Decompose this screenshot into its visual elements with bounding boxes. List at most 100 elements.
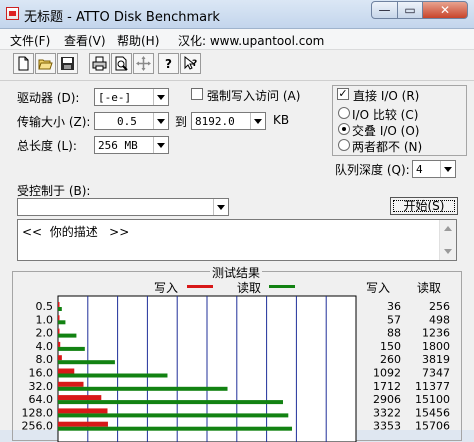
read-value: 15456	[415, 406, 450, 419]
neither-label: 两者都不 (N)	[352, 140, 423, 154]
svg-text:?: ?	[192, 59, 197, 69]
menu-help[interactable]: 帮助(H)	[117, 32, 159, 49]
menu-bar: 文件(F) 查看(V) 帮助(H) 汉化: www.upantool.com	[0, 29, 474, 50]
write-value: 1712	[373, 380, 401, 393]
close-button[interactable]: ✕	[422, 1, 468, 19]
overlapped-io-radio[interactable]	[338, 123, 350, 135]
read-value: 7347	[422, 367, 450, 380]
read-bar	[58, 373, 168, 378]
write-value: 57	[387, 313, 401, 326]
category-label: 16.0	[29, 367, 54, 380]
write-bar	[58, 315, 60, 321]
scroll-up-icon[interactable]	[444, 226, 452, 231]
category-label: 32.0	[29, 380, 54, 393]
write-value: 150	[380, 340, 401, 353]
context-help-icon[interactable]: ?	[180, 53, 201, 74]
scroll-down-icon[interactable]	[444, 249, 452, 254]
transfer-size-label: 传输大小 (Z):	[17, 115, 91, 129]
read-value: 1800	[422, 340, 450, 353]
category-label: 64.0	[29, 393, 54, 406]
category-label: 8.0	[36, 353, 54, 366]
write-value: 1092	[373, 367, 401, 380]
help-icon[interactable]: ?	[158, 53, 179, 74]
write-bar	[58, 421, 108, 427]
write-value: 260	[380, 353, 401, 366]
new-file-icon[interactable]	[13, 53, 34, 74]
save-icon[interactable]	[57, 53, 78, 74]
write-value: 2906	[373, 393, 401, 406]
category-label: 256.0	[22, 420, 54, 433]
chevron-down-icon[interactable]	[153, 113, 168, 129]
column-header-write: 写入	[366, 281, 390, 295]
description-textarea[interactable]: << 你的描述 >>	[17, 219, 457, 261]
chevron-down-icon[interactable]	[153, 137, 168, 153]
write-bar	[58, 302, 60, 307]
read-bar	[58, 400, 283, 405]
read-value: 11377	[415, 380, 450, 393]
description-text: << 你的描述 >>	[22, 225, 130, 239]
write-bar	[58, 341, 61, 347]
start-button[interactable]: 开始(S)	[390, 197, 458, 215]
read-bar	[58, 333, 77, 338]
read-value: 1236	[422, 327, 450, 340]
force-write-checkbox[interactable]	[191, 88, 203, 100]
print-preview-icon[interactable]	[111, 53, 132, 74]
category-label: 128.0	[22, 406, 54, 419]
total-length-label: 总长度 (L):	[17, 139, 77, 153]
results-chart: 写入 读取 写入 读取 0.5 36 256 1.0 57 498 2.0 88 1236 4.0 150 1…	[22, 281, 450, 442]
read-value: 3819	[422, 353, 450, 366]
window-title: 无标题 - ATTO Disk Benchmark	[24, 10, 220, 25]
category-label: 2.0	[36, 327, 54, 340]
description-scrollbar[interactable]	[439, 220, 456, 260]
queue-depth-label: 队列深度 (Q):	[335, 163, 410, 177]
app-icon	[6, 7, 19, 20]
force-write-label: 强制写入访问 (A)	[207, 89, 301, 103]
io-compare-radio[interactable]	[338, 107, 350, 119]
menu-file[interactable]: 文件(F)	[10, 32, 50, 49]
write-value: 3353	[373, 420, 401, 433]
chevron-down-icon[interactable]	[153, 89, 168, 105]
write-bar	[58, 381, 84, 387]
minimize-button[interactable]: —	[371, 1, 398, 19]
category-label: 4.0	[36, 340, 54, 353]
read-value: 15100	[415, 393, 450, 406]
svg-text:?: ?	[165, 57, 172, 71]
legend-write-swatch	[187, 285, 213, 288]
overlapped-io-label: 交叠 I/O (O)	[352, 124, 420, 138]
category-label: 1.0	[36, 313, 54, 326]
read-bar	[58, 360, 115, 365]
read-value: 15706	[415, 420, 450, 433]
maximize-button[interactable]: ▭	[397, 1, 423, 19]
chevron-down-icon[interactable]	[250, 113, 265, 129]
print-icon[interactable]	[89, 53, 110, 74]
drive-label: 驱动器 (D):	[17, 91, 80, 105]
queue-depth-select[interactable]: 4	[412, 160, 456, 178]
transfer-to-select[interactable]: 8192.0	[191, 112, 266, 130]
read-bar	[58, 386, 228, 391]
category-label: 0.5	[36, 300, 54, 313]
chevron-down-icon[interactable]	[213, 199, 228, 215]
write-bar	[58, 328, 60, 334]
title-bar[interactable]: 无标题 - ATTO Disk Benchmark — ▭ ✕	[0, 0, 474, 29]
open-folder-icon[interactable]	[35, 53, 56, 74]
menu-view[interactable]: 查看(V)	[64, 32, 106, 49]
io-mode-group: I/O 比较 (C) 交叠 I/O (O) 两者都不 (N)	[332, 85, 467, 156]
move-icon[interactable]	[133, 53, 154, 74]
write-value: 88	[387, 327, 401, 340]
read-bar	[58, 307, 62, 311]
menu-localization[interactable]: 汉化: www.upantool.com	[178, 32, 324, 49]
legend-read-label: 读取	[237, 281, 261, 295]
write-bar	[58, 395, 102, 401]
read-bar	[58, 320, 66, 325]
chevron-down-icon[interactable]	[440, 161, 455, 177]
write-value: 3322	[373, 406, 401, 419]
controlled-by-select[interactable]	[17, 198, 229, 216]
controlled-by-label: 受控制于 (B):	[17, 184, 91, 198]
write-bar	[58, 368, 75, 374]
legend-read-swatch	[269, 285, 295, 288]
total-length-select[interactable]: 256 MB	[94, 136, 169, 154]
transfer-from-select[interactable]: 0.5	[94, 112, 169, 130]
drive-select[interactable]: [-e-]	[94, 88, 169, 106]
neither-radio[interactable]	[338, 139, 350, 151]
app-window: 无标题 - ATTO Disk Benchmark — ▭ ✕ 文件(F) 查看…	[0, 0, 474, 442]
